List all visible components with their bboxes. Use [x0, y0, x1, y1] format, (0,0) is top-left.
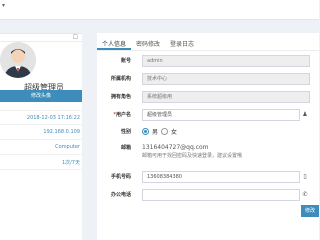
profile-card-header: ☐: [0, 34, 82, 42]
last-login-ip: 192.168.0.109: [43, 129, 80, 135]
save-button[interactable]: 修改: [301, 205, 319, 217]
org-label: 所属机构: [110, 76, 131, 82]
email-value[interactable]: 1316404727@qq.com: [142, 144, 209, 152]
gender-male-radio[interactable]: [142, 128, 149, 135]
account-row: 账号 admin: [97, 55, 319, 67]
office-phone-input[interactable]: [142, 189, 310, 201]
user-icon: ♟: [299, 109, 310, 121]
last-login-time: 2018-12-03 17:16:22: [26, 115, 80, 121]
profile-card: ☐ 超级管理员 修改头像 2018-12-03 17:16:22 192.168…: [0, 33, 82, 240]
email-hint: 邮箱可用于找回密码及快速登录，建议设置哦: [142, 153, 243, 159]
gender-radio-group: 男 女: [142, 127, 177, 136]
phone-row: 办公电话 ✆: [97, 189, 319, 201]
mobile-icon: ▯: [299, 171, 310, 183]
name-label: *用户名: [113, 109, 131, 121]
gender-female-radio[interactable]: [161, 128, 169, 135]
account-field: admin: [142, 55, 310, 67]
stat-row: 2018-12-03 17:16:22: [0, 110, 82, 125]
gender-female-label: 女: [171, 129, 178, 136]
role-label: 拥有角色: [110, 94, 131, 100]
login-device: Computer: [55, 144, 80, 150]
tab-bar: 个人信息 密码修改 登录日志: [97, 37, 319, 51]
username-input[interactable]: 超级管理员: [142, 109, 310, 121]
account-label: 账号: [120, 58, 131, 64]
email-label: 邮箱: [120, 145, 131, 151]
role-field: 系统超级用: [142, 91, 310, 103]
top-bar: ▾: [0, 0, 319, 20]
email-row: 邮箱 1316404727@qq.com 邮箱可用于找回密码及快速登录，建议设置…: [97, 144, 319, 164]
role-row: 拥有角色 系统超级用: [97, 91, 319, 103]
user-avatar-icon: [0, 42, 36, 78]
tab-personal-info[interactable]: 个人信息: [97, 37, 132, 50]
tab-login-log[interactable]: 登录日志: [165, 37, 199, 50]
edit-avatar-button[interactable]: 修改头像: [0, 90, 82, 102]
profile-settings-panel: 个人信息 密码修改 登录日志 账号 admin 所属机构 技术中心 拥有角色 系…: [97, 33, 319, 240]
gender-label: 性别: [120, 129, 131, 135]
phone-icon: ✆: [299, 189, 310, 201]
name-row: *用户名 超级管理员 ♟: [97, 109, 319, 121]
tab-change-password[interactable]: 密码修改: [131, 37, 165, 50]
mobile-label: 手机号码: [110, 174, 131, 180]
mobile-row: 手机号码 13608384380 ▯: [97, 171, 319, 183]
mobile-input[interactable]: 13608384380: [142, 171, 310, 183]
avatar[interactable]: [0, 42, 36, 78]
collapse-icon[interactable]: ☐: [73, 34, 78, 41]
login-count: 1次/7天: [61, 160, 80, 166]
caret-down-icon[interactable]: ▾: [2, 2, 5, 9]
org-field: 技术中心: [142, 73, 310, 85]
gender-row: 性别 男 女: [97, 126, 319, 138]
phone-label: 办公电话: [110, 192, 131, 198]
profile-stats: 2018-12-03 17:16:22 192.168.0.109 Comput…: [0, 110, 82, 170]
gender-male-label: 男: [152, 129, 159, 136]
name-label-text: 用户名: [115, 112, 131, 118]
stat-row: 192.168.0.109: [0, 125, 82, 140]
stat-row: 1次/7天: [0, 155, 82, 170]
stat-row: Computer: [0, 140, 82, 155]
org-row: 所属机构 技术中心: [97, 73, 319, 85]
